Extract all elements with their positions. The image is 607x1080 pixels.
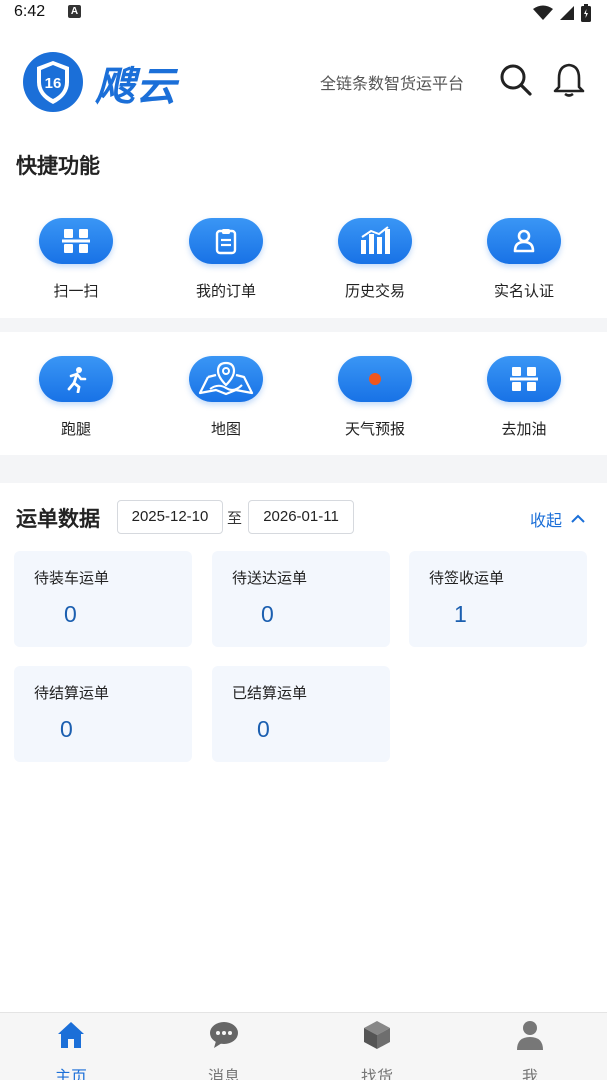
- package-icon: [364, 1021, 390, 1049]
- card-value: 0: [64, 601, 77, 627]
- real-name-verify-label: 实名认证: [493, 282, 554, 300]
- home-icon: [58, 1022, 84, 1048]
- card-label: 待结算运单: [34, 684, 110, 702]
- card-value: 0: [60, 716, 73, 742]
- my-orders-button[interactable]: 我的订单: [166, 218, 286, 318]
- waybill-card-pending-settlement[interactable]: 待结算运单 0: [14, 666, 192, 762]
- quick-functions-row-1: 扫一扫 我的订单 历史交易 实名认证: [0, 218, 607, 318]
- collapse-label: 收起: [530, 511, 563, 530]
- real-name-verify-button[interactable]: 实名认证: [464, 218, 584, 318]
- card-value: 0: [261, 601, 274, 627]
- quick-functions-title: 快捷功能: [16, 154, 100, 178]
- signal-icon: [560, 6, 574, 20]
- brand-name: 飕云: [95, 64, 177, 110]
- waybill-data-title: 运单数据: [16, 507, 100, 531]
- card-label: 已结算运单: [232, 684, 308, 702]
- scan-icon: [62, 229, 90, 253]
- nav-me[interactable]: 我: [480, 1013, 580, 1080]
- logo-shield-icon: 16: [23, 52, 83, 112]
- scan-button[interactable]: 扫一扫: [16, 218, 136, 318]
- refuel-label: 去加油: [501, 420, 547, 438]
- nav-home-label: 主页: [54, 1067, 87, 1080]
- wifi-icon: [533, 5, 553, 20]
- runner-icon: [67, 367, 87, 393]
- notification-icon: A: [68, 5, 81, 18]
- bar-chart-icon: [361, 226, 390, 254]
- card-value: 1: [454, 601, 467, 627]
- nav-find-goods-label: 找货: [360, 1067, 393, 1080]
- message-icon: [210, 1022, 238, 1048]
- nav-home[interactable]: 主页: [21, 1013, 121, 1080]
- history-trades-label: 历史交易: [344, 282, 405, 300]
- status-time: 6:42: [14, 3, 46, 20]
- map-icon: [198, 361, 254, 396]
- card-label: 待装车运单: [34, 569, 110, 587]
- logo-number: 16: [45, 75, 62, 92]
- section-divider: [0, 318, 607, 332]
- bottom-nav: 主页 消息 找货 我: [0, 1012, 607, 1080]
- my-orders-label: 我的订单: [195, 282, 256, 300]
- status-bar: 6:42 A: [0, 0, 607, 26]
- history-trades-button[interactable]: 历史交易: [315, 218, 435, 318]
- battery-icon: [581, 4, 591, 22]
- card-label: 待签收运单: [429, 569, 505, 587]
- start-date-picker[interactable]: 2025-12-10: [117, 500, 223, 534]
- quick-functions-row-2: 跑腿 地图 天气预报 去加油: [0, 356, 607, 456]
- search-icon[interactable]: [498, 62, 534, 98]
- waybill-card-pending-loading[interactable]: 待装车运单 0: [14, 551, 192, 647]
- collapse-button[interactable]: 收起: [530, 507, 586, 531]
- fuel-icon: [510, 367, 538, 391]
- system-icons: [533, 4, 591, 22]
- nav-me-label: 我: [521, 1067, 538, 1080]
- chevron-up-icon: [571, 514, 585, 523]
- person-icon: [517, 1021, 543, 1050]
- section-divider-2: [0, 455, 607, 483]
- scan-label: 扫一扫: [53, 282, 99, 300]
- waybill-card-settled[interactable]: 已结算运单 0: [212, 666, 390, 762]
- end-date-picker[interactable]: 2026-01-11: [248, 500, 354, 534]
- app-header: 16 飕云 全链条数智货运平台: [0, 40, 607, 120]
- map-button[interactable]: 地图: [166, 356, 286, 456]
- date-separator: 至: [227, 509, 243, 527]
- card-label: 待送达运单: [232, 569, 308, 587]
- clipboard-icon: [215, 229, 237, 255]
- waybill-card-pending-delivery[interactable]: 待送达运单 0: [212, 551, 390, 647]
- waybill-card-pending-signoff[interactable]: 待签收运单 1: [409, 551, 587, 647]
- map-label: 地图: [210, 420, 241, 438]
- nav-find-goods[interactable]: 找货: [327, 1013, 427, 1080]
- errand-button[interactable]: 跑腿: [16, 356, 136, 456]
- weather-icon: [369, 373, 381, 385]
- nav-messages[interactable]: 消息: [174, 1013, 274, 1080]
- slogan: 全链条数智货运平台: [320, 74, 465, 93]
- weather-forecast-label: 天气预报: [344, 420, 405, 438]
- nav-messages-label: 消息: [207, 1067, 240, 1080]
- user-verify-icon: [513, 229, 535, 253]
- errand-label: 跑腿: [60, 420, 91, 438]
- weather-forecast-button[interactable]: 天气预报: [315, 356, 435, 456]
- refuel-button[interactable]: 去加油: [464, 356, 584, 456]
- bell-icon[interactable]: [552, 62, 586, 98]
- card-value: 0: [257, 716, 270, 742]
